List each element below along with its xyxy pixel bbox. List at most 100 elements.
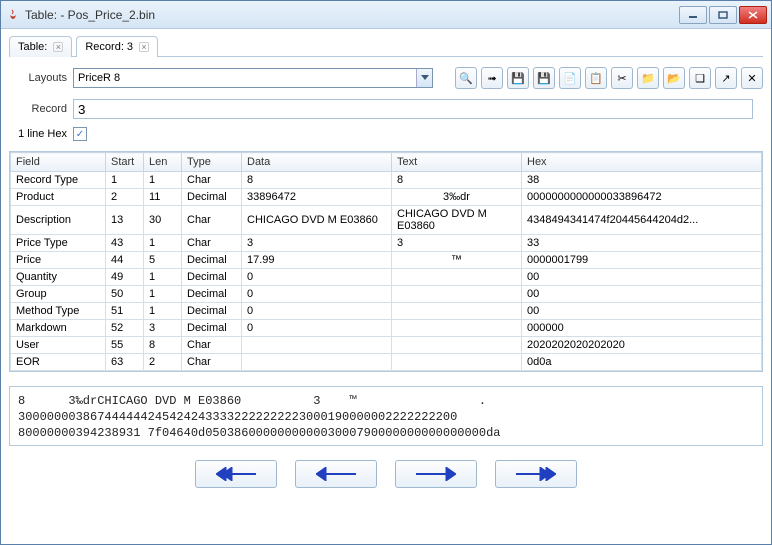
cell-data[interactable]: 33896472 [242,189,392,206]
maximize-button[interactable] [709,6,737,24]
cell-field[interactable]: Price [11,252,106,269]
cut-button[interactable]: ✂ [611,67,633,89]
hex-dump[interactable]: 8 3‰drCHICAGO DVD M E03860 3 ™ . 3000000… [9,386,763,446]
cell-field[interactable]: Price Type [11,235,106,252]
cell-start[interactable]: 13 [106,206,144,235]
cell-text[interactable] [392,286,522,303]
cell-hex[interactable]: 00 [522,269,762,286]
col-len[interactable]: Len [144,153,182,172]
table-row[interactable]: EOR632Char 0d0a [11,354,762,371]
col-type[interactable]: Type [182,153,242,172]
cell-hex[interactable]: 4348494341474f20445644204d2... [522,206,762,235]
cell-text[interactable] [392,337,522,354]
cell-hex[interactable]: 0000001799 [522,252,762,269]
cell-hex[interactable]: 33 [522,235,762,252]
col-field[interactable]: Field [11,153,106,172]
next-button[interactable] [395,460,477,488]
cell-field[interactable]: Product [11,189,106,206]
close-icon[interactable]: × [53,42,63,52]
cell-len[interactable]: 1 [144,172,182,189]
cell-text[interactable] [392,354,522,371]
cell-field[interactable]: EOR [11,354,106,371]
save-as-button[interactable]: 💾 [533,67,555,89]
cell-data[interactable]: CHICAGO DVD M E03860 [242,206,392,235]
cell-start[interactable]: 49 [106,269,144,286]
col-start[interactable]: Start [106,153,144,172]
cell-field[interactable]: Group [11,286,106,303]
cell-data[interactable] [242,354,392,371]
table-row[interactable]: User558Char2020202020202020 [11,337,762,354]
cell-field[interactable]: Markdown [11,320,106,337]
cell-start[interactable]: 63 [106,354,144,371]
save-button[interactable]: 💾 [507,67,529,89]
cell-data[interactable]: 3 [242,235,392,252]
table-row[interactable]: Product211Decimal338964723‰dr00000000000… [11,189,762,206]
delete-button[interactable]: ✕ [741,67,763,89]
cell-len[interactable]: 2 [144,354,182,371]
cell-len[interactable]: 3 [144,320,182,337]
cell-start[interactable]: 52 [106,320,144,337]
cell-text[interactable]: 3 [392,235,522,252]
export-button[interactable]: ↗ [715,67,737,89]
cell-start[interactable]: 44 [106,252,144,269]
cell-text[interactable]: 8 [392,172,522,189]
table-row[interactable]: Method Type511Decimal000 [11,303,762,320]
paste-button[interactable]: 📋 [585,67,607,89]
cell-field[interactable]: Method Type [11,303,106,320]
cell-len[interactable]: 1 [144,303,182,320]
cell-hex[interactable]: 00 [522,286,762,303]
open-button[interactable]: 📂 [663,67,685,89]
first-button[interactable] [195,460,277,488]
cell-text[interactable] [392,303,522,320]
find-button[interactable]: 🔍 [455,67,477,89]
cell-hex[interactable]: 0d0a [522,354,762,371]
table-row[interactable]: Description1330CharCHICAGO DVD M E03860C… [11,206,762,235]
table-row[interactable]: Quantity491Decimal000 [11,269,762,286]
cell-start[interactable]: 43 [106,235,144,252]
cell-field[interactable]: Record Type [11,172,106,189]
cell-len[interactable]: 1 [144,269,182,286]
cell-type[interactable]: Char [182,354,242,371]
cell-start[interactable]: 51 [106,303,144,320]
table-row[interactable]: Group501Decimal000 [11,286,762,303]
cell-type[interactable]: Char [182,172,242,189]
cell-type[interactable]: Char [182,337,242,354]
close-button[interactable] [739,6,767,24]
cell-start[interactable]: 55 [106,337,144,354]
cell-type[interactable]: Decimal [182,303,242,320]
cell-type[interactable]: Char [182,206,242,235]
cell-len[interactable]: 1 [144,235,182,252]
cell-len[interactable]: 5 [144,252,182,269]
onelinehex-checkbox[interactable]: ✓ [73,127,87,141]
cell-hex[interactable]: 000000 [522,320,762,337]
cell-hex[interactable]: 00 [522,303,762,320]
cell-start[interactable]: 50 [106,286,144,303]
close-icon[interactable]: × [139,42,149,52]
tab-table[interactable]: Table: × [9,36,72,57]
goto-button[interactable]: ➟ [481,67,503,89]
cell-type[interactable]: Char [182,235,242,252]
table-row[interactable]: Price445Decimal17.99™0000001799 [11,252,762,269]
cell-data[interactable] [242,337,392,354]
cell-len[interactable]: 8 [144,337,182,354]
tab-record[interactable]: Record: 3 × [76,36,158,57]
minimize-button[interactable] [679,6,707,24]
new-button[interactable]: ❏ [689,67,711,89]
cell-data[interactable]: 0 [242,286,392,303]
cell-hex[interactable]: 38 [522,172,762,189]
cell-text[interactable]: 3‰dr [392,189,522,206]
cell-field[interactable]: Quantity [11,269,106,286]
cell-field[interactable]: Description [11,206,106,235]
cell-type[interactable]: Decimal [182,269,242,286]
cell-start[interactable]: 1 [106,172,144,189]
cell-type[interactable]: Decimal [182,189,242,206]
cell-hex[interactable]: 0000000000000033896472 [522,189,762,206]
last-button[interactable] [495,460,577,488]
table-row[interactable]: Record Type11Char8838 [11,172,762,189]
cell-start[interactable]: 2 [106,189,144,206]
folder-button[interactable]: 📁 [637,67,659,89]
cell-data[interactable]: 0 [242,269,392,286]
cell-field[interactable]: User [11,337,106,354]
cell-text[interactable]: CHICAGO DVD M E03860 [392,206,522,235]
cell-type[interactable]: Decimal [182,286,242,303]
